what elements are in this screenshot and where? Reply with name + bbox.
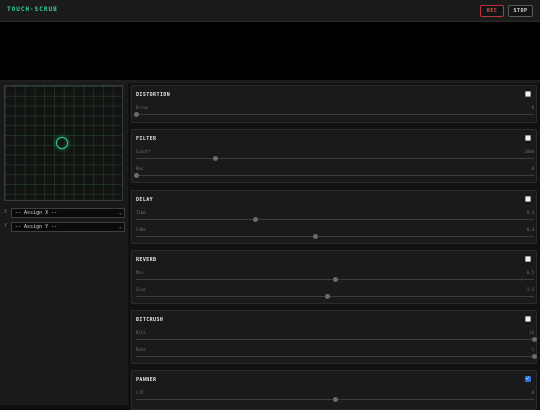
- param-value: 1000: [524, 149, 534, 154]
- param-label: Cutoff: [136, 149, 151, 154]
- pad-cursor-ring[interactable]: [56, 137, 69, 149]
- assign-y-value: -- Assign Y --: [15, 224, 58, 230]
- slider-thumb[interactable]: [213, 156, 219, 161]
- xy-control-panel: X -- Assign X -- ⌄ Y -- Assign Y -- ⌄: [0, 83, 128, 405]
- slider-track[interactable]: [136, 114, 534, 115]
- param-label: L/R: [136, 390, 144, 395]
- param-label: Bits: [136, 330, 146, 335]
- effect-panner: PANNER L/R 0: [131, 370, 537, 410]
- param-feedback: Fdbk 0.4: [136, 227, 534, 241]
- x-assign-row: X -- Assign X -- ⌄: [4, 208, 125, 218]
- slider-thumb[interactable]: [531, 337, 537, 342]
- param-size: Size 1.5: [136, 287, 534, 301]
- slider-track[interactable]: [136, 175, 534, 176]
- slider-track[interactable]: [136, 296, 534, 297]
- param-res: Res 0: [133, 166, 534, 180]
- effect-title: DELAY: [136, 197, 154, 203]
- slider-thumb[interactable]: [133, 112, 139, 117]
- slider-thumb[interactable]: [332, 277, 338, 282]
- param-value: 0: [531, 166, 534, 171]
- param-label: Res: [136, 166, 144, 171]
- param-label: Drive: [136, 105, 149, 110]
- effect-title: DISTORTION: [136, 92, 171, 98]
- param-value: 0: [531, 390, 534, 395]
- top-bar: TOUCH·SCRUB REC STOP: [0, 0, 540, 22]
- param-value: 0.3: [526, 210, 534, 215]
- slider-track[interactable]: [136, 219, 534, 220]
- video-preview: [0, 22, 540, 80]
- stop-button[interactable]: STOP: [508, 5, 533, 17]
- param-value: 0: [531, 105, 534, 110]
- param-value: 0.4: [526, 227, 534, 232]
- x-axis-label: X: [4, 209, 8, 215]
- y-assign-row: Y -- Assign Y -- ⌄: [4, 222, 125, 232]
- effects-panel: DISTORTION Drive 0 FILTER Cutoff 1000 Re…: [128, 83, 540, 410]
- effect-filter: FILTER Cutoff 1000 Res 0: [131, 129, 537, 183]
- assign-y-select[interactable]: -- Assign Y -- ⌄: [11, 222, 125, 232]
- param-drive: Drive 0: [133, 105, 534, 119]
- y-axis-label: Y: [4, 223, 8, 229]
- effect-title: REVERB: [136, 257, 157, 263]
- effect-distortion: DISTORTION Drive 0: [131, 85, 537, 123]
- slider-thumb[interactable]: [324, 294, 330, 299]
- effect-enable-checkbox[interactable]: [525, 256, 531, 262]
- slider-thumb[interactable]: [312, 234, 318, 239]
- slider-track[interactable]: [136, 339, 534, 340]
- effect-enable-checkbox[interactable]: [525, 375, 531, 382]
- param-value: 1.5: [526, 287, 534, 292]
- slider-thumb[interactable]: [531, 354, 537, 359]
- effect-title: PANNER: [136, 377, 157, 383]
- xy-touch-pad[interactable]: [4, 85, 123, 201]
- param-value: 1: [531, 347, 534, 352]
- app-title: TOUCH·SCRUB: [7, 6, 58, 13]
- param-label: Mix: [136, 270, 144, 275]
- param-rate: Rate 1: [136, 347, 537, 361]
- effect-enable-checkbox[interactable]: [525, 316, 531, 322]
- param-label: Rate: [136, 347, 146, 352]
- effect-bitcrush: BITCRUSH Bits 16 Rate 1: [131, 310, 537, 364]
- slider-thumb[interactable]: [332, 397, 338, 402]
- param-bits: Bits 16: [136, 330, 537, 344]
- param-value: 16: [529, 330, 534, 335]
- param-label: Time: [136, 210, 146, 215]
- chevron-down-icon: ⌄: [118, 224, 122, 230]
- record-button[interactable]: REC: [480, 5, 504, 17]
- effect-delay: DELAY Time 0.3 Fdbk 0.4: [131, 190, 537, 244]
- param-label: Size: [136, 287, 146, 292]
- effect-title: FILTER: [136, 136, 157, 142]
- param-label: Fdbk: [136, 227, 146, 232]
- slider-track[interactable]: [136, 356, 534, 357]
- effect-reverb: REVERB Mix 0.5 Size 1.5: [131, 250, 537, 304]
- param-lr: L/R 0: [136, 390, 534, 404]
- assign-x-select[interactable]: -- Assign X -- ⌄: [11, 208, 125, 218]
- slider-track[interactable]: [136, 236, 534, 237]
- effect-enable-checkbox[interactable]: [525, 135, 531, 141]
- param-cutoff: Cutoff 1000: [136, 149, 534, 163]
- assign-x-value: -- Assign X --: [15, 210, 58, 216]
- param-time: Time 0.3: [136, 210, 534, 224]
- slider-track[interactable]: [136, 158, 534, 159]
- chevron-down-icon: ⌄: [118, 210, 122, 216]
- effect-enable-checkbox[interactable]: [525, 196, 531, 202]
- param-value: 0.5: [526, 270, 534, 275]
- effect-enable-checkbox[interactable]: [525, 91, 531, 97]
- effect-title: BITCRUSH: [136, 317, 164, 323]
- slider-thumb[interactable]: [252, 217, 258, 222]
- slider-thumb[interactable]: [133, 173, 139, 178]
- param-mix: Mix 0.5: [136, 270, 534, 284]
